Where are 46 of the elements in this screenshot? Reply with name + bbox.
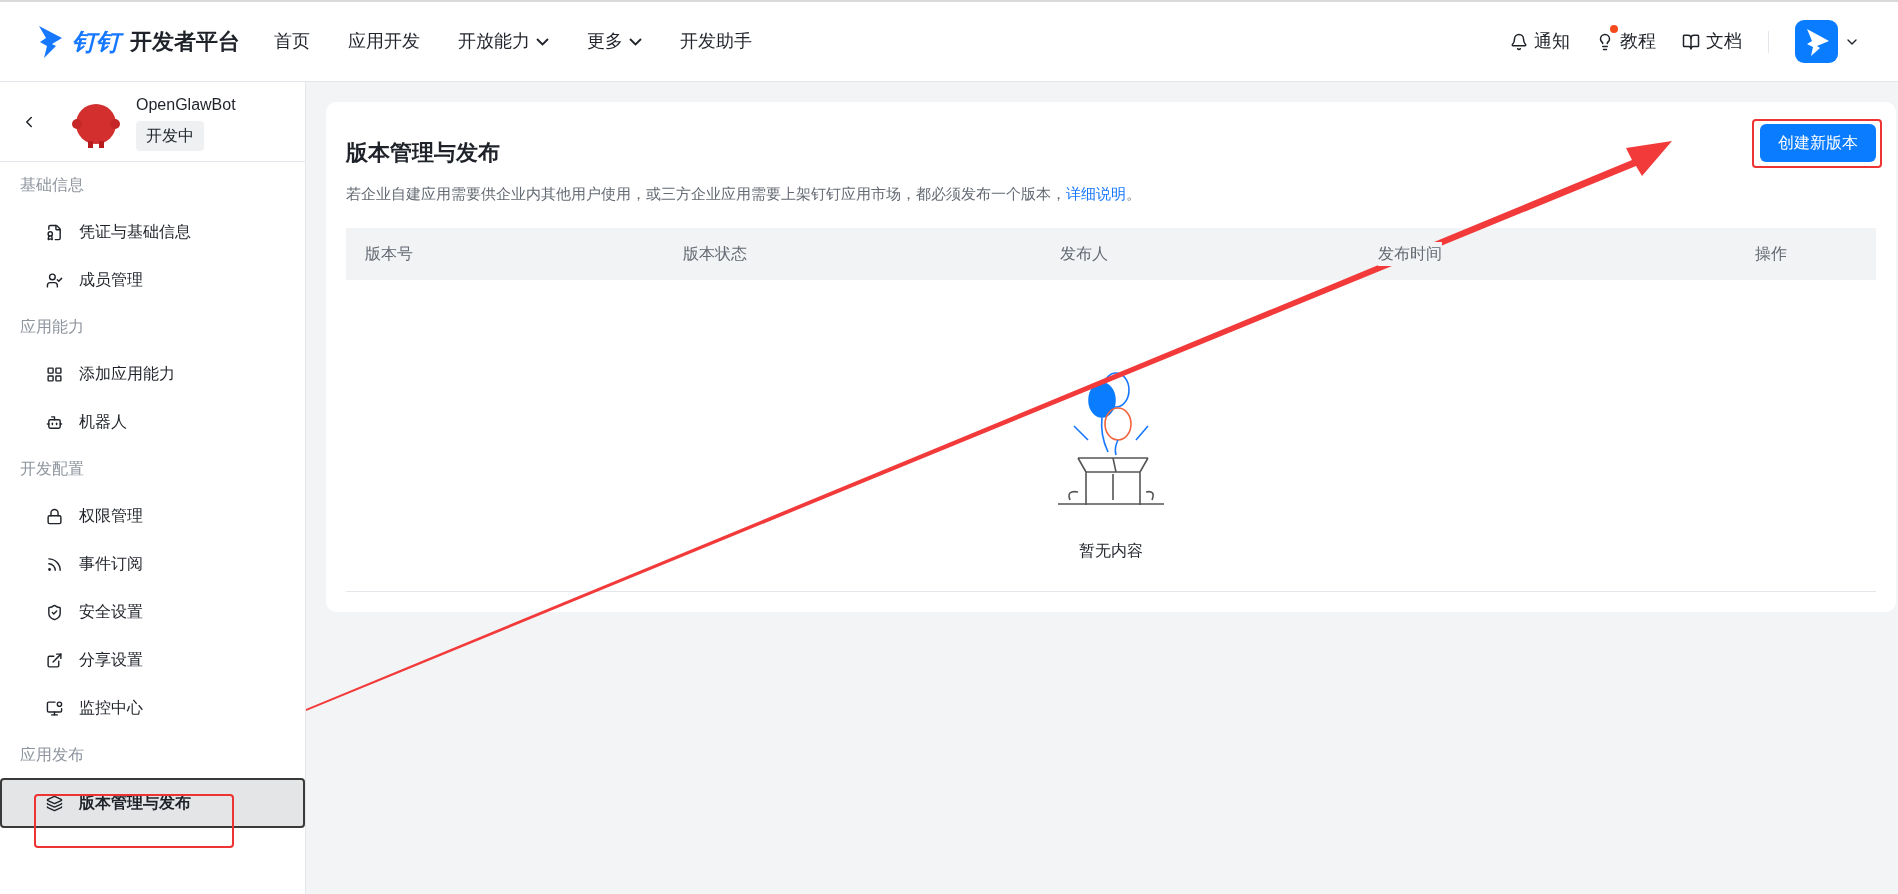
layers-icon: [46, 794, 63, 812]
app-name: OpenGlawBot: [136, 94, 236, 115]
platform-title: 开发者平台: [130, 28, 240, 56]
sidebar-item[interactable]: 凭证与基础信息: [0, 208, 305, 256]
section-label: 应用发布: [19, 745, 85, 765]
external-link-icon: [46, 651, 63, 669]
logo-icon: [38, 23, 64, 60]
book-icon: [1682, 32, 1700, 51]
sidebar-item[interactable]: 成员管理: [0, 256, 305, 304]
section-label: 基础信息: [19, 175, 85, 195]
sidebar-item[interactable]: 事件订阅: [0, 540, 305, 588]
nav-link[interactable]: 开发助手: [680, 28, 752, 55]
status-tag: 开发中: [136, 120, 204, 151]
header-link[interactable]: 通知: [1510, 28, 1570, 55]
section-label: 应用能力: [19, 317, 85, 337]
robot-icon: [46, 413, 63, 431]
bell-icon: [1510, 32, 1528, 51]
app-logo-icon: [1795, 20, 1838, 63]
monitor-icon: [46, 699, 63, 717]
shield-icon: [46, 603, 63, 621]
sidebar-item[interactable]: 机器人: [0, 398, 305, 446]
chevron-down-icon: [629, 37, 642, 46]
badge-icon: [46, 223, 63, 241]
sidebar-item[interactable]: 监控中心: [0, 684, 305, 732]
sidebar-item[interactable]: 添加应用能力: [0, 350, 305, 398]
create-version-button[interactable]: 创建新版本: [1760, 124, 1876, 162]
user-icon: [46, 271, 63, 289]
section-label: 开发配置: [19, 459, 85, 479]
sidebar-item[interactable]: 分享设置: [0, 636, 305, 684]
nav-link[interactable]: 开放能力: [458, 28, 549, 55]
page-title: 版本管理与发布: [346, 139, 500, 167]
chevron-down-icon: [536, 37, 549, 46]
nav-link[interactable]: 更多: [587, 28, 642, 55]
header-link[interactable]: 教程: [1596, 28, 1656, 55]
details-link[interactable]: 详细说明: [1066, 185, 1126, 202]
header-link[interactable]: 文档: [1682, 28, 1742, 55]
rss-icon: [46, 555, 63, 573]
nav-link[interactable]: 首页: [274, 28, 310, 55]
lock-icon: [46, 507, 63, 525]
column-header: 发布时间: [1378, 241, 1442, 266]
description-text: 若企业自建应用需要供企业内其他用户使用，或三方企业应用需要上架钉钉应用市场，都必须发布一个版本，详细说明。: [346, 184, 1142, 204]
empty-text: 暂无内容: [1079, 540, 1143, 561]
sidebar-item[interactable]: 安全设置: [0, 588, 305, 636]
nav-link[interactable]: 应用开发: [348, 28, 420, 55]
grid-icon: [46, 365, 63, 383]
sidebar-item[interactable]: 权限管理: [0, 492, 305, 540]
